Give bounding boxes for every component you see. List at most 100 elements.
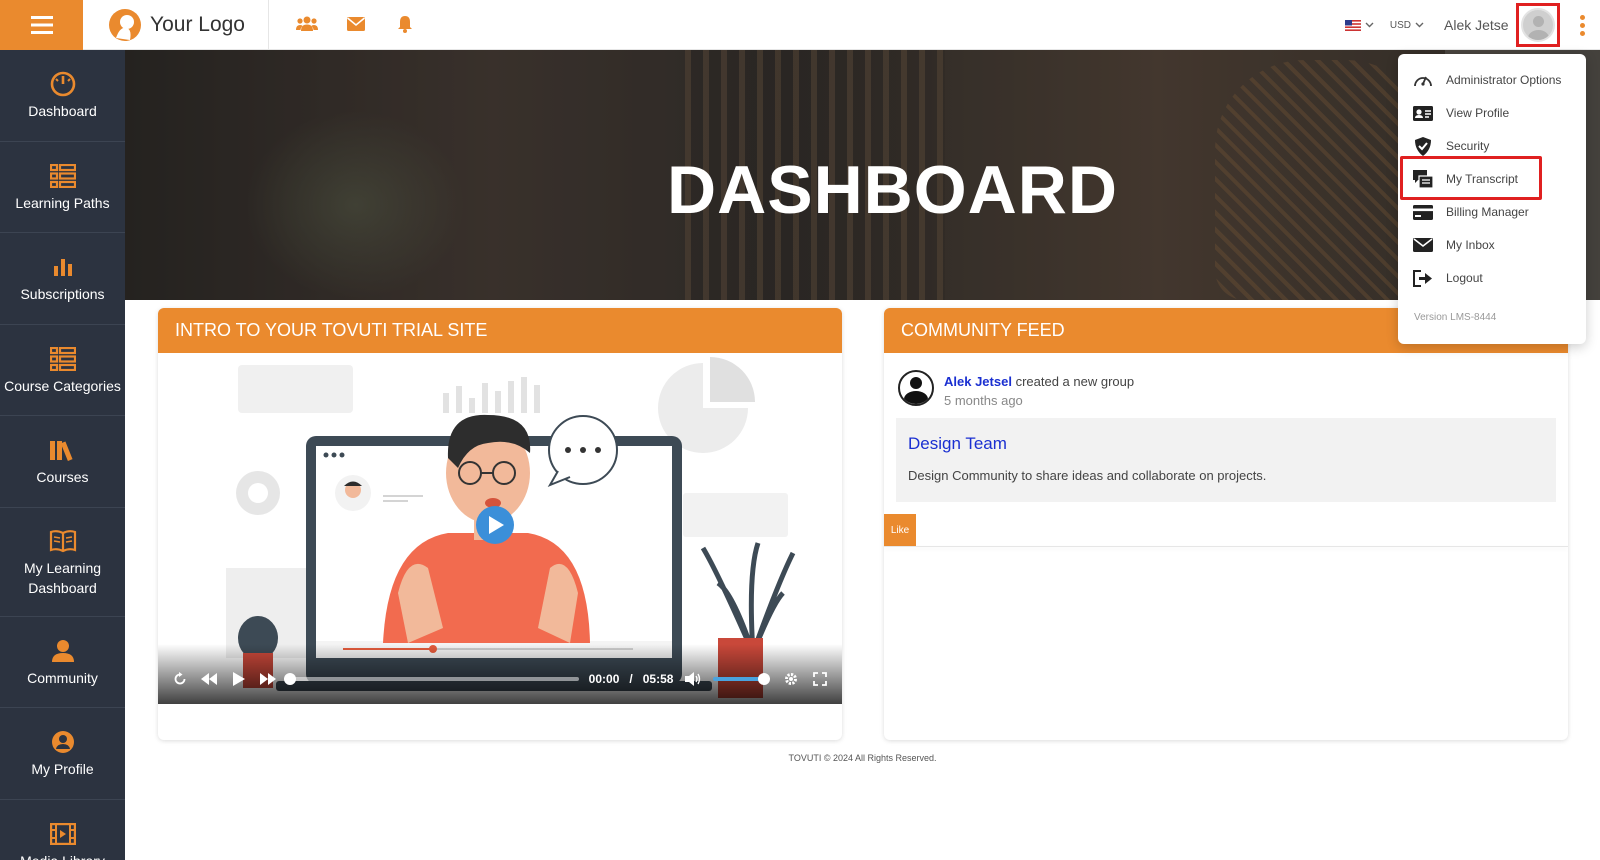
sidebar-item-label: Course Categories — [4, 377, 121, 394]
menu-item-label: Administrator Options — [1446, 73, 1562, 87]
hero-banner: DASHBOARD — [125, 50, 1600, 300]
page-title: DASHBOARD — [667, 152, 1118, 228]
intro-card-title: INTRO TO YOUR TOVUTI TRIAL SITE — [158, 308, 842, 353]
sidebar-item-label: Subscriptions — [20, 286, 105, 303]
avatar — [1521, 8, 1555, 42]
language-selector[interactable] — [1344, 19, 1374, 31]
menu-item-label: Logout — [1446, 271, 1483, 285]
sidebar-item-dashboard[interactable]: Dashboard — [0, 50, 125, 142]
group-description: Design Community to share ideas and coll… — [908, 468, 1267, 483]
credit-card-icon — [1412, 203, 1434, 221]
menu-item-label: Billing Manager — [1446, 205, 1529, 219]
envelope-icon — [1412, 236, 1434, 254]
sidebar-item-my-learning-dashboard[interactable]: My Learning Dashboard — [0, 508, 125, 617]
menu-item-label: My Inbox — [1446, 238, 1495, 252]
fast-forward-icon[interactable] — [258, 669, 277, 689]
post-action: created a new group — [1015, 374, 1135, 389]
currency-selector[interactable]: USD — [1390, 20, 1424, 31]
menu-toggle-button[interactable] — [0, 0, 83, 50]
sidebar-item-my-profile[interactable]: My Profile — [0, 708, 125, 800]
menu-item-label: My Transcript — [1446, 172, 1519, 186]
sidebar-item-label: Learning Paths — [15, 194, 110, 211]
list-icon — [49, 346, 76, 371]
menu-item-my-inbox[interactable]: My Inbox — [1412, 233, 1495, 257]
settings-gear-icon[interactable] — [781, 669, 800, 689]
sidebar-item-courses[interactable]: Courses — [0, 416, 125, 508]
sidebar-item-label: Media Library — [20, 851, 105, 860]
group-title-link[interactable]: Design Team — [908, 434, 1544, 454]
intro-card: INTRO TO YOUR TOVUTI TRIAL SITE 00:00 / … — [158, 308, 842, 740]
rewind-icon[interactable] — [199, 669, 218, 689]
volume-icon[interactable] — [683, 669, 702, 689]
shield-icon — [1412, 136, 1434, 156]
logo-icon — [109, 9, 141, 41]
sidebar-item-label: Courses — [36, 469, 89, 486]
sidebar-item-course-categories[interactable]: Course Categories — [0, 325, 125, 416]
sidebar-item-label: My Learning Dashboard — [23, 559, 102, 596]
video-player[interactable]: 00:00 / 05:58 — [158, 353, 842, 704]
community-icon — [51, 639, 74, 662]
books-icon — [49, 441, 73, 462]
logout-icon — [1412, 269, 1434, 287]
sidebar-item-subscriptions[interactable]: Subscriptions — [0, 233, 125, 325]
more-options-icon[interactable] — [1572, 10, 1592, 40]
top-bar: Your Logo USD Alek Jetse — [0, 0, 1600, 50]
video-controls: 00:00 / 05:58 — [158, 644, 842, 704]
bell-icon[interactable] — [394, 12, 416, 36]
id-card-icon — [1412, 104, 1434, 122]
menu-item-label: View Profile — [1446, 106, 1510, 120]
time-separator: / — [629, 672, 633, 686]
progress-handle[interactable] — [283, 673, 296, 685]
chevron-down-icon — [1365, 22, 1374, 28]
post-author-link[interactable]: Alek Jetsel — [944, 374, 1012, 389]
sidebar-item-community[interactable]: Community — [0, 617, 125, 708]
sidebar-item-label: Community — [27, 669, 98, 686]
sidebar-item-label: Dashboard — [28, 103, 97, 120]
user-menu-dropdown: Administrator Options View Profile Secur… — [1398, 54, 1586, 344]
film-icon — [49, 822, 76, 845]
sidebar: Dashboard Learning Paths Subscriptions C… — [0, 50, 125, 860]
version-label: Version LMS-8444 — [1414, 312, 1497, 323]
divider — [268, 0, 269, 50]
menu-item-my-transcript[interactable]: My Transcript — [1412, 167, 1518, 191]
community-feed-card: COMMUNITY FEED Alek Jetsel created a new… — [884, 308, 1568, 740]
menu-item-security[interactable]: Security — [1412, 134, 1489, 158]
menu-item-label: Security — [1446, 139, 1490, 153]
logo-text: Your Logo — [150, 13, 245, 36]
play-icon[interactable] — [229, 669, 248, 689]
user-avatar-button[interactable] — [1516, 3, 1560, 47]
users-icon[interactable] — [296, 12, 318, 36]
gauge-icon — [1412, 71, 1434, 89]
sidebar-item-label: My Profile — [31, 761, 94, 778]
hamburger-icon — [30, 16, 53, 34]
user-circle-icon — [51, 731, 74, 754]
footer-copyright: TOVUTI © 2024 All Rights Reserved. — [788, 753, 937, 763]
open-book-icon — [49, 529, 76, 552]
fullscreen-icon[interactable] — [811, 669, 830, 689]
post-timestamp: 5 months ago — [944, 393, 1023, 408]
sidebar-item-learning-paths[interactable]: Learning Paths — [0, 142, 125, 233]
volume-slider[interactable] — [712, 673, 771, 685]
volume-handle[interactable] — [758, 673, 771, 685]
like-button[interactable]: Like — [884, 514, 916, 546]
current-time: 00:00 — [588, 672, 620, 686]
menu-item-view-profile[interactable]: View Profile — [1412, 101, 1509, 125]
logo[interactable]: Your Logo — [108, 8, 245, 42]
divider — [884, 546, 1568, 547]
list-icon — [49, 163, 76, 188]
gauge-icon — [50, 71, 75, 97]
currency-value: USD — [1389, 19, 1411, 31]
menu-item-billing-manager[interactable]: Billing Manager — [1412, 200, 1529, 224]
menu-item-logout[interactable]: Logout — [1412, 266, 1483, 290]
avatar[interactable] — [898, 370, 934, 406]
envelope-icon[interactable] — [345, 12, 367, 36]
bar-chart-icon — [53, 259, 72, 277]
sidebar-item-media-library[interactable]: Media Library — [0, 800, 125, 860]
menu-item-administrator-options[interactable]: Administrator Options — [1412, 68, 1561, 92]
us-flag-icon — [1344, 19, 1361, 31]
group-preview: Design Team Design Community to share id… — [896, 418, 1556, 502]
user-name[interactable]: Alek Jetse — [1444, 17, 1512, 33]
chevron-down-icon — [1415, 22, 1424, 28]
video-progress-bar[interactable] — [283, 673, 579, 685]
restart-icon[interactable] — [170, 669, 189, 689]
